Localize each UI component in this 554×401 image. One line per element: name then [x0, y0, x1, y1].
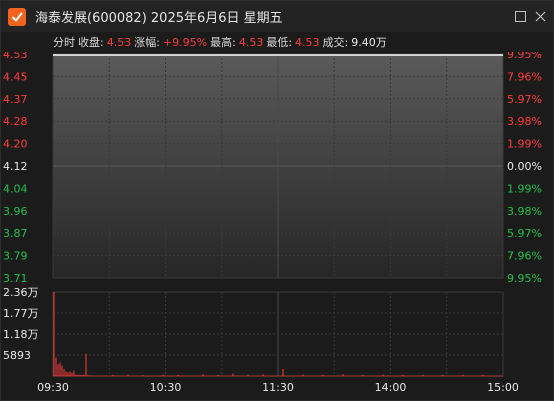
maximize-icon[interactable] [512, 8, 528, 24]
check-logo-icon [8, 7, 26, 26]
time-tick-label: 09:30 [37, 381, 69, 394]
close-label: 收盘: [78, 36, 104, 49]
price-tick-label: 4.20 [3, 138, 28, 151]
close-value: 4.53 [106, 35, 132, 49]
price-tick-label: 4.28 [3, 115, 28, 128]
percent-tick-label: 5.97% [507, 227, 542, 240]
time-tick-label: 15:00 [487, 381, 519, 394]
volume-tick-label: 1.77万 [3, 307, 39, 320]
change-label: 涨幅: [134, 36, 160, 49]
price-tick-label: 4.12 [3, 160, 28, 173]
percent-tick-label: 0.00% [507, 160, 542, 173]
price-tick-label: 4.53 [3, 52, 28, 61]
high-label: 最高: [210, 36, 236, 49]
price-tick-label: 3.87 [3, 227, 28, 240]
price-tick-label: 4.04 [3, 182, 28, 195]
price-tick-label: 3.71 [3, 272, 28, 285]
window-title: 海泰发展(600082) 2025年6月6日 星期五 [35, 11, 283, 26]
time-tick-label: 10:30 [150, 381, 182, 394]
time-tick-label: 11:30 [262, 381, 294, 394]
time-tick-label: 14:00 [375, 381, 407, 394]
volume-tick-label: 1.18万 [3, 328, 39, 341]
percent-tick-label: 7.96% [507, 70, 542, 83]
percent-tick-label: 7.96% [507, 250, 542, 263]
volume-tick-label: 2.36万 [3, 286, 39, 299]
chart-window: 海泰发展(600082) 2025年6月6日 星期五 分时 收盘: 4.53 涨… [0, 0, 554, 401]
percent-tick-label: 3.98% [507, 205, 542, 218]
price-tick-label: 4.37 [3, 93, 28, 106]
percent-tick-label: 3.98% [507, 115, 542, 128]
chart-mode-label[interactable]: 分时 [53, 34, 75, 50]
price-tick-label: 4.45 [3, 70, 28, 83]
low-label: 最低: [266, 36, 293, 49]
price-tick-label: 3.79 [3, 250, 28, 263]
change-value: +9.95% [162, 35, 208, 49]
high-value: 4.53 [238, 35, 264, 49]
title-bar[interactable]: 海泰发展(600082) 2025年6月6日 星期五 [1, 1, 553, 32]
close-icon[interactable] [532, 8, 548, 24]
percent-tick-label: 9.95% [507, 52, 542, 61]
quote-info-bar: 分时 收盘: 4.53 涨幅: +9.95% 最高: 4.53 最低: 4.53… [1, 32, 553, 52]
intraday-chart[interactable]: 4.53 4.45 4.37 4.28 4.20 4.12 4.04 3.96 3.87 3.79… [1, 52, 553, 400]
volume-label: 成交: [322, 36, 349, 49]
percent-tick-label: 5.97% [507, 93, 542, 106]
volume-value: 9.40万 [351, 36, 387, 49]
low-value: 4.53 [295, 35, 320, 49]
percent-tick-label: 1.99% [507, 182, 542, 195]
percent-tick-label: 9.95% [507, 272, 542, 285]
percent-tick-label: 1.99% [507, 138, 542, 151]
volume-tick-label: 5893 [3, 349, 31, 362]
price-tick-label: 3.96 [3, 205, 28, 218]
